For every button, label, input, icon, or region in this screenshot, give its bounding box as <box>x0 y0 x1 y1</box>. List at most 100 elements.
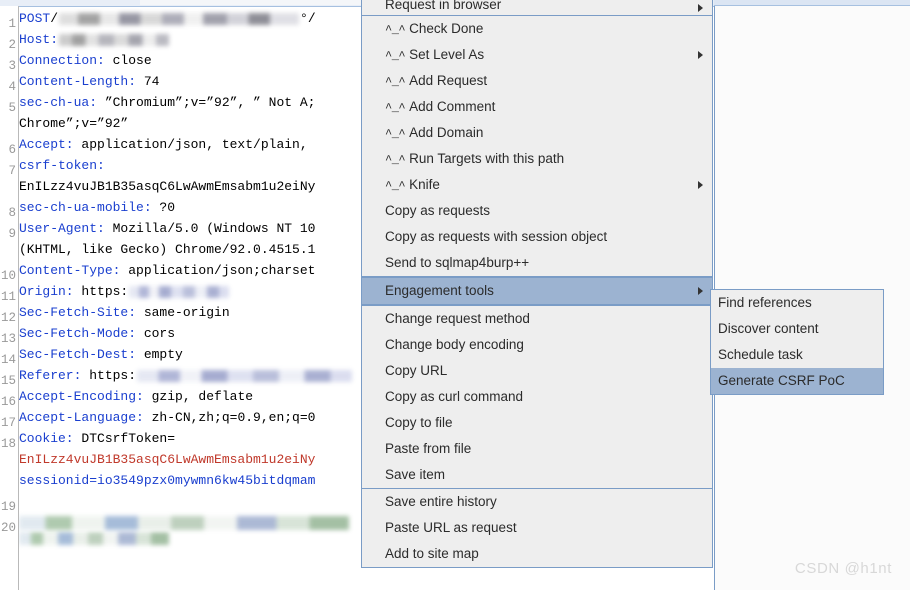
submenu-item-label: Discover content <box>718 321 819 336</box>
line-number: 16 <box>0 395 16 409</box>
menu-item-check-done[interactable]: ^_^ Check Done <box>362 16 712 42</box>
code-line: Sec-Fetch-Site: same-origin <box>19 302 230 323</box>
code-line: User-Agent: Mozilla/5.0 (Windows NT 10 <box>19 218 315 239</box>
menu-item-knife[interactable]: ^_^ Knife <box>362 172 712 198</box>
code-line: Sec-Fetch-Dest: empty <box>19 344 183 365</box>
header-value: EnILzz4vuJB1B35asqC6LwAwmEmsabm1u2eiNy <box>19 179 316 194</box>
header-value: Chrome”;v=”92” <box>19 116 129 131</box>
header-key: Origin: <box>19 284 74 299</box>
submenu-item-find-references[interactable]: Find references <box>711 290 883 316</box>
kaomoji-icon: ^_^ <box>385 75 406 89</box>
menu-item-change-request-method[interactable]: Change request method <box>362 306 712 332</box>
chevron-right-icon <box>698 51 703 59</box>
chevron-right-icon <box>698 3 703 12</box>
menu-item-label: Paste URL as request <box>385 520 517 535</box>
chevron-right-icon <box>698 181 703 189</box>
menu-item-add-to-site-map[interactable]: Add to site map <box>362 541 712 567</box>
line-number: 10 <box>0 269 16 283</box>
submenu-item-discover-content[interactable]: Discover content <box>711 316 883 342</box>
menu-item-set-level-as[interactable]: ^_^ Set Level As <box>362 42 712 68</box>
menu-item-engagement-tools[interactable]: Engagement tools <box>362 277 712 305</box>
submenu-item-generate-csrf-poc[interactable]: Generate CSRF PoC <box>711 368 883 394</box>
redacted-text <box>129 285 230 298</box>
menu-item-request-in-browser[interactable]: Request in browser <box>362 0 712 15</box>
menu-item-label: Knife <box>409 177 440 192</box>
header-key: Content-Type: <box>19 263 121 278</box>
request-code-area[interactable]: POST/°/Host: Connection: close Content-Len… <box>19 6 371 590</box>
header-value: application/json;charset <box>120 263 316 278</box>
code-line: Content-Length: 74 <box>19 71 159 92</box>
header-value: (KHTML, like Gecko) Chrome/92.0.4515.1 <box>19 242 316 257</box>
kaomoji-icon: ^_^ <box>385 179 406 193</box>
submenu-item-label: Generate CSRF PoC <box>718 373 845 388</box>
header-key: User-Agent: <box>19 221 105 236</box>
redacted-text <box>137 369 353 382</box>
code-line: Content-Type: application/json;charset <box>19 260 315 281</box>
submenu-item-label: Find references <box>718 295 812 310</box>
redacted-body-block <box>19 515 349 530</box>
line-number-gutter: 1 2 3 4 5 6 7 8 9 10 11 12 13 14 15 16 17 18 19 20 <box>0 6 19 590</box>
header-value: gzip, deflate <box>143 389 254 404</box>
menu-item-save-entire-history[interactable]: Save entire history <box>362 489 712 515</box>
menu-item-add-request[interactable]: ^_^ Add Request <box>362 68 712 94</box>
menu-item-label: Change body encoding <box>385 337 524 352</box>
kaomoji-icon: ^_^ <box>385 23 406 37</box>
code-line: Chrome”;v=”92” <box>19 113 128 134</box>
line-number: 7 <box>8 164 16 178</box>
menu-item-copy-as-curl-command[interactable]: Copy as curl command <box>362 384 712 410</box>
header-value: application/json, text/plain, <box>73 137 308 152</box>
header-value: empty <box>136 347 183 362</box>
context-menu[interactable]: Request in browser ^_^ Check Done ^_^ Set Le… <box>361 0 713 568</box>
menu-item-label: Save entire history <box>385 494 497 509</box>
header-key: Sec-Fetch-Mode: <box>19 326 137 341</box>
chevron-right-icon <box>698 287 703 295</box>
menu-item-paste-url-as-request[interactable]: Paste URL as request <box>362 515 712 541</box>
code-line: Sec-Fetch-Mode: cors <box>19 323 175 344</box>
menu-item-copy-to-file[interactable]: Copy to file <box>362 410 712 436</box>
code-line: Connection: close <box>19 50 152 71</box>
header-key: Cookie: <box>19 431 74 446</box>
submenu-item-label: Schedule task <box>718 347 803 362</box>
code-line: Referer: https: <box>19 365 353 386</box>
submenu-item-schedule-task[interactable]: Schedule task <box>711 342 883 368</box>
line-number: 3 <box>8 59 16 73</box>
line-number: 4 <box>8 80 16 94</box>
header-key: Accept: <box>19 137 74 152</box>
menu-item-copy-as-requests-with-session-object[interactable]: Copy as requests with session object <box>362 224 712 250</box>
menu-item-label: Add to site map <box>385 546 479 561</box>
menu-item-run-targets-with-this-path[interactable]: ^_^ Run Targets with this path <box>362 146 712 172</box>
tab-segment[interactable] <box>140 0 236 5</box>
menu-item-send-to-sqlmap4burp[interactable]: Send to sqlmap4burp++ <box>362 250 712 276</box>
header-value: cors <box>136 326 176 341</box>
menu-item-change-body-encoding[interactable]: Change body encoding <box>362 332 712 358</box>
line-number: 17 <box>0 416 16 430</box>
menu-item-label: Add Request <box>409 73 488 88</box>
header-key: Content-Length: <box>19 74 137 89</box>
line-number: 5 <box>8 101 16 115</box>
line-number: 14 <box>0 353 16 367</box>
menu-item-label: Change request method <box>385 311 530 326</box>
header-value: EnILzz4vuJB1B35asqC6LwAwmEmsabm1u2eiNy <box>19 452 316 467</box>
header-value: Mozilla/5.0 (Windows NT 10 <box>104 221 316 236</box>
header-key: Sec-Fetch-Site: <box>19 305 137 320</box>
menu-item-save-item[interactable]: Save item <box>362 462 712 488</box>
menu-item-label: Copy as curl command <box>385 389 524 404</box>
tab-segment[interactable] <box>235 0 326 5</box>
watermark: CSDN @h1nt <box>794 560 892 577</box>
line-number: 12 <box>0 311 16 325</box>
engagement-tools-submenu[interactable]: Find references Discover content Schedule … <box>710 289 884 395</box>
menu-item-add-comment[interactable]: ^_^ Add Comment <box>362 94 712 120</box>
menu-item-add-domain[interactable]: ^_^ Add Domain <box>362 120 712 146</box>
menu-item-copy-url[interactable]: Copy URL <box>362 358 712 384</box>
header-key: Accept-Language: <box>19 410 144 425</box>
kaomoji-icon: ^_^ <box>385 49 406 63</box>
code-line: Accept-Encoding: gzip, deflate <box>19 386 253 407</box>
line-number: 8 <box>8 206 16 220</box>
code-line: sec-ch-ua-mobile: ?0 <box>19 197 175 218</box>
header-key: Accept-Encoding: <box>19 389 144 404</box>
header-value-tail: °/ <box>300 11 316 26</box>
menu-item-copy-as-requests[interactable]: Copy as requests <box>362 198 712 224</box>
menu-item-paste-from-file[interactable]: Paste from file <box>362 436 712 462</box>
header-value: https: <box>81 368 137 383</box>
header-value: close <box>104 53 152 68</box>
